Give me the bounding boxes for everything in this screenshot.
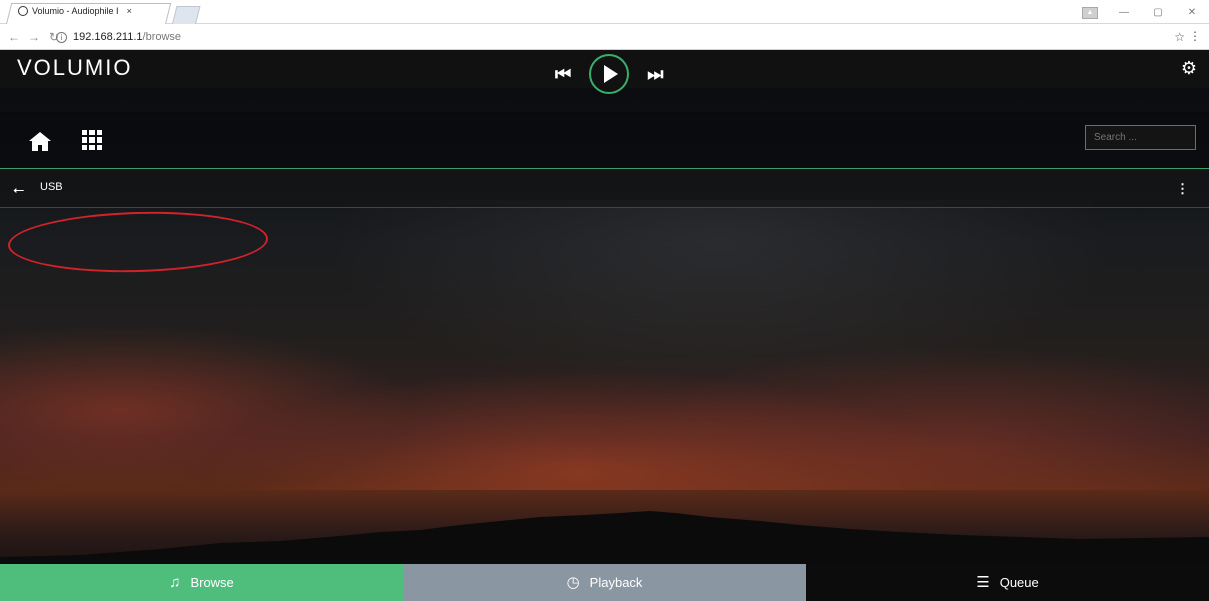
url-host: 192.168.211.1 bbox=[73, 31, 143, 43]
play-icon bbox=[604, 65, 619, 83]
grid-cell bbox=[82, 130, 88, 136]
brand-logo: VOLUMIO bbox=[17, 55, 133, 80]
tab-label: Playback bbox=[589, 575, 643, 590]
tab-label: Queue bbox=[999, 575, 1039, 590]
close-tab-icon[interactable]: × bbox=[127, 6, 132, 16]
forward-button[interactable]: → bbox=[28, 30, 40, 44]
url-path: /browse bbox=[142, 31, 182, 43]
browse-toolbar bbox=[0, 112, 1209, 168]
browser-tab-content: Volumio - Audiophile I × bbox=[18, 6, 132, 16]
music-note-icon: ♫ bbox=[169, 574, 181, 591]
grid-cell bbox=[96, 130, 102, 136]
grid-cell bbox=[96, 137, 102, 143]
grid-cell bbox=[89, 130, 95, 136]
home-icon[interactable] bbox=[28, 130, 52, 152]
grid-cell bbox=[96, 144, 102, 150]
tab-label: Browse bbox=[190, 575, 234, 590]
new-tab-button[interactable] bbox=[172, 6, 201, 24]
background-mountains bbox=[0, 511, 1209, 567]
tab-playback[interactable]: ◷ Playback bbox=[403, 564, 806, 601]
clock-icon: ◷ bbox=[566, 574, 580, 591]
list-icon: ☰ bbox=[976, 574, 990, 591]
tab-browse[interactable]: ♫ Browse bbox=[0, 564, 403, 601]
volumio-app: VOLUMIO ⏮ ⏭ ⚙ 🔍︎ bbox=[0, 50, 1209, 601]
browser-menu-icon[interactable]: ⋮ bbox=[1189, 29, 1201, 43]
grid-cell bbox=[82, 144, 88, 150]
usb-icon: ⭠ bbox=[13, 181, 25, 197]
next-track-button[interactable]: ⏭ bbox=[647, 65, 663, 83]
browser-tab-strip: Volumio - Audiophile I × ▲ — ▢ ✕ bbox=[0, 0, 1209, 24]
bottom-tab-bar: ♫ Browse ◷ Playback ☰ Queue bbox=[0, 564, 1209, 601]
back-button[interactable]: ← bbox=[8, 30, 20, 44]
item-menu-icon[interactable]: ⋮ bbox=[1176, 181, 1189, 197]
browser-tab-title: Volumio - Audiophile I bbox=[32, 6, 119, 16]
maximize-button[interactable]: ▢ bbox=[1141, 0, 1175, 24]
nav-buttons: ← → ↻ bbox=[8, 30, 60, 44]
play-button[interactable] bbox=[589, 54, 630, 94]
profile-button[interactable]: ▲ bbox=[1073, 0, 1107, 24]
grid-cell bbox=[89, 144, 95, 150]
player-controls: ⏮ ⏭ bbox=[555, 54, 663, 94]
bookmark-star-icon[interactable]: ☆ bbox=[1174, 30, 1185, 44]
screen: Volumio - Audiophile I × ▲ — ▢ ✕ ← → ↻ i… bbox=[0, 0, 1209, 601]
grid-view-icon[interactable] bbox=[82, 130, 102, 150]
minimize-button[interactable]: — bbox=[1107, 0, 1141, 24]
grid-cell bbox=[89, 137, 95, 143]
info-icon[interactable]: i bbox=[56, 31, 67, 43]
grid-cell bbox=[82, 137, 88, 143]
search-input[interactable] bbox=[1086, 126, 1209, 149]
close-window-button[interactable]: ✕ bbox=[1175, 0, 1209, 24]
address-bar: ← → ↻ i 192.168.211.1/browse ☆ ⋮ bbox=[0, 24, 1209, 50]
list-item-label: USB bbox=[40, 181, 63, 193]
profile-icon: ▲ bbox=[1082, 6, 1098, 19]
top-bar: VOLUMIO ⏮ ⏭ ⚙ bbox=[0, 50, 1209, 94]
search-box: 🔍︎ bbox=[1085, 125, 1209, 150]
tab-queue[interactable]: ☰ Queue bbox=[806, 564, 1209, 601]
settings-gear-icon[interactable]: ⚙ bbox=[1181, 58, 1197, 79]
url-field[interactable]: i 192.168.211.1/browse bbox=[56, 27, 1176, 47]
window-controls: ▲ — ▢ ✕ bbox=[1073, 0, 1209, 24]
favicon-icon bbox=[18, 6, 28, 16]
browse-list-item-usb[interactable]: ⭠ USB ⋮ bbox=[0, 168, 1209, 208]
previous-track-button[interactable]: ⏮ bbox=[555, 65, 571, 83]
